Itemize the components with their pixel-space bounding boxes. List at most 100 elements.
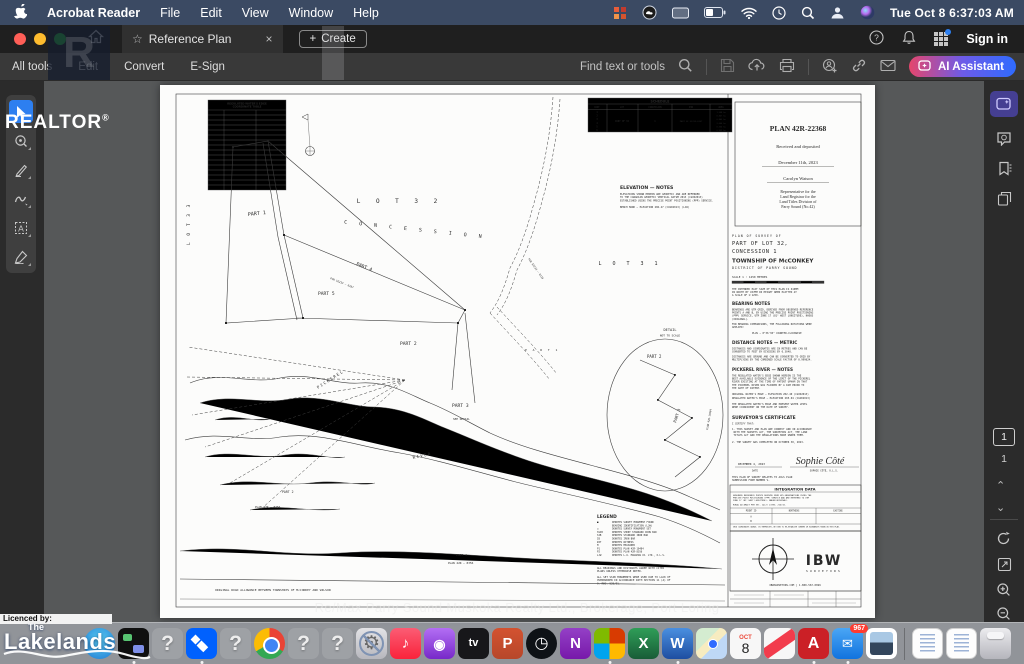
fit-page-icon[interactable] bbox=[990, 551, 1018, 577]
menu-app-name[interactable]: Acrobat Reader bbox=[47, 6, 140, 20]
dock-powerpoint-icon[interactable]: P bbox=[492, 628, 523, 659]
menubar-clock[interactable]: Tue Oct 8 6:37:03 AM bbox=[890, 6, 1014, 20]
svg-text:THE REGULATED WATER'S EDGE AND: THE REGULATED WATER'S EDGE AND PRESENT W… bbox=[732, 402, 808, 409]
request-signature-icon[interactable] bbox=[822, 58, 838, 76]
comments-icon[interactable] bbox=[990, 125, 1018, 151]
close-window-button[interactable] bbox=[14, 33, 26, 45]
previous-page-icon[interactable]: ⌃ bbox=[996, 479, 1005, 492]
mail-badge: 967 bbox=[850, 624, 868, 633]
dock-stack2-icon[interactable] bbox=[946, 628, 977, 659]
minimize-window-button[interactable] bbox=[34, 33, 46, 45]
svg-text:BENCH MARK — ELEVATION 206.47: BENCH MARK — ELEVATION 206.47 (CGVD2013)… bbox=[620, 205, 689, 209]
dock-clock-icon[interactable]: ◷ bbox=[526, 628, 557, 659]
dock-excel-icon[interactable]: X bbox=[628, 628, 659, 659]
bookmarks-icon[interactable] bbox=[990, 155, 1018, 181]
svg-text:ORIGINAL WATER'S EDGE — ELEVAT: ORIGINAL WATER'S EDGE — ELEVATION 202.40… bbox=[732, 392, 809, 396]
battery-icon[interactable] bbox=[703, 7, 726, 18]
svg-text:PLAN OF SURVEY OF: PLAN OF SURVEY OF bbox=[732, 234, 782, 238]
find-text-label[interactable]: Find text or tools bbox=[580, 61, 665, 73]
search-icon[interactable] bbox=[678, 58, 693, 76]
cloud-upload-icon[interactable] bbox=[748, 58, 766, 75]
link-icon[interactable] bbox=[851, 58, 867, 76]
svg-text:P A R T 1: P A R T 1 bbox=[525, 348, 559, 352]
ai-assistant-button[interactable]: AI Assistant bbox=[908, 56, 1016, 77]
fill-sign-tool[interactable] bbox=[9, 245, 33, 268]
tab-close-icon[interactable]: × bbox=[265, 32, 272, 46]
survey-plan-drawing: REGULATED WATER'S EDGE COORDINATE TABLE S… bbox=[175, 93, 862, 608]
star-icon[interactable]: ☆ bbox=[132, 32, 143, 46]
draw-tool[interactable] bbox=[9, 187, 33, 210]
dock-q4-icon[interactable]: ? bbox=[322, 628, 353, 659]
tab-reference-plan[interactable]: ☆ Reference Plan × bbox=[122, 25, 283, 53]
tab-esign[interactable]: E-Sign bbox=[190, 61, 225, 73]
dock-podcasts-icon[interactable]: ◉ bbox=[424, 628, 455, 659]
wifi-icon[interactable] bbox=[741, 7, 757, 19]
next-page-icon[interactable]: ⌄ bbox=[996, 501, 1005, 514]
document-viewport: A REGULATED WATER'S EDGE COORDINATE TABLE bbox=[0, 81, 1024, 622]
menu-help[interactable]: Help bbox=[353, 6, 379, 20]
dock-dropbox-icon[interactable] bbox=[186, 628, 217, 664]
svg-text:Representative for theLand Reg: Representative for the Land Registrar for… bbox=[779, 189, 817, 209]
dock-chrome-icon[interactable] bbox=[254, 628, 285, 659]
svg-text:GRID COORDINATES CANNOT, IN TH: GRID COORDINATES CANNOT, IN THEMSELVES, … bbox=[733, 526, 840, 529]
add-text-tool[interactable]: A bbox=[9, 216, 33, 239]
email-icon[interactable] bbox=[880, 59, 896, 75]
dock-maps-icon[interactable] bbox=[696, 628, 727, 659]
sign-in-button[interactable]: Sign in bbox=[966, 32, 1008, 46]
dock-news-icon[interactable] bbox=[764, 628, 795, 659]
pdf-page[interactable]: REGULATED WATER'S EDGE COORDINATE TABLE S… bbox=[160, 85, 875, 618]
menu-file[interactable]: File bbox=[160, 6, 180, 20]
notifications-bell-icon[interactable] bbox=[902, 30, 916, 48]
help-icon[interactable]: ? bbox=[869, 30, 884, 48]
svg-text:NORTHING: NORTHING bbox=[789, 510, 800, 513]
dock-tv-icon[interactable]: tv bbox=[458, 628, 489, 659]
svg-text:I CERTIFY THAT:: I CERTIFY THAT: bbox=[732, 422, 755, 426]
page-number-input[interactable]: 1 bbox=[993, 428, 1015, 446]
plus-icon: + bbox=[309, 33, 317, 45]
svg-text:THE INTENDED PLOT SIZE OF THIS: THE INTENDED PLOT SIZE OF THIS PLAN IS 6… bbox=[732, 287, 799, 297]
clock-icon[interactable] bbox=[772, 5, 786, 20]
menu-window[interactable]: Window bbox=[289, 6, 333, 20]
svg-text:December 11th, 2023: December 11th, 2023 bbox=[778, 160, 818, 166]
svg-text:L O T 3 3: L O T 3 3 bbox=[186, 203, 192, 245]
pages-icon[interactable] bbox=[990, 185, 1018, 211]
siri-icon[interactable] bbox=[860, 5, 875, 20]
svg-text:2. THE SURVEY WAS COMPLETED ON: 2. THE SURVEY WAS COMPLETED ON OCTOBER 3… bbox=[732, 440, 804, 444]
highlight-tool[interactable] bbox=[9, 158, 33, 181]
svg-text:PART 2: PART 2 bbox=[282, 490, 294, 494]
svg-text:1. THIS SURVEY AND PLAN ARE CO: 1. THIS SURVEY AND PLAN ARE CORRECT AND … bbox=[732, 427, 812, 437]
spotlight-icon[interactable] bbox=[801, 6, 815, 20]
apps-grid-icon[interactable] bbox=[934, 29, 952, 46]
menu-view[interactable]: View bbox=[242, 6, 269, 20]
svg-text:PICKEREL: PICKEREL bbox=[316, 369, 345, 390]
dock-word-icon[interactable]: W bbox=[662, 628, 693, 664]
dock-music-icon[interactable]: ♪ bbox=[390, 628, 421, 659]
pixel-app-icon[interactable] bbox=[613, 6, 627, 20]
dock-mail-icon[interactable]: ✉ 967 bbox=[832, 624, 868, 664]
dock-stack1-icon[interactable] bbox=[912, 628, 943, 659]
dock-q1-icon[interactable]: ? bbox=[152, 628, 183, 659]
fine-print bbox=[730, 590, 861, 607]
dock-photos-icon[interactable] bbox=[866, 628, 897, 659]
dock-calendar-icon[interactable]: OCT 8 bbox=[730, 628, 761, 659]
dock-settings-icon[interactable]: ⚙ bbox=[356, 628, 387, 659]
dock-q2-icon[interactable]: ? bbox=[220, 628, 251, 659]
tab-all-tools[interactable]: All tools bbox=[12, 61, 52, 73]
apple-menu-icon[interactable] bbox=[14, 2, 28, 22]
dock-q3-icon[interactable]: ? bbox=[288, 628, 319, 659]
dock-trash-icon[interactable] bbox=[980, 628, 1011, 659]
ai-assistant-panel-icon[interactable] bbox=[990, 91, 1018, 117]
dock-acrobat-icon[interactable]: A bbox=[798, 628, 829, 664]
zoom-in-icon[interactable] bbox=[990, 576, 1018, 602]
save-icon[interactable] bbox=[720, 58, 735, 76]
rotate-page-icon[interactable] bbox=[990, 525, 1018, 551]
dock-office-icon[interactable] bbox=[594, 628, 625, 664]
menu-edit[interactable]: Edit bbox=[200, 6, 222, 20]
print-icon[interactable] bbox=[779, 58, 795, 76]
creative-cloud-icon[interactable] bbox=[642, 5, 657, 20]
acrobat-toolbar: All tools Edit Convert E-Sign Find text … bbox=[0, 53, 1024, 81]
dock-onenote-icon[interactable]: N bbox=[560, 628, 591, 659]
keyboard-icon[interactable] bbox=[671, 7, 689, 19]
tab-convert[interactable]: Convert bbox=[124, 61, 164, 73]
user-switch-icon[interactable] bbox=[830, 6, 845, 19]
